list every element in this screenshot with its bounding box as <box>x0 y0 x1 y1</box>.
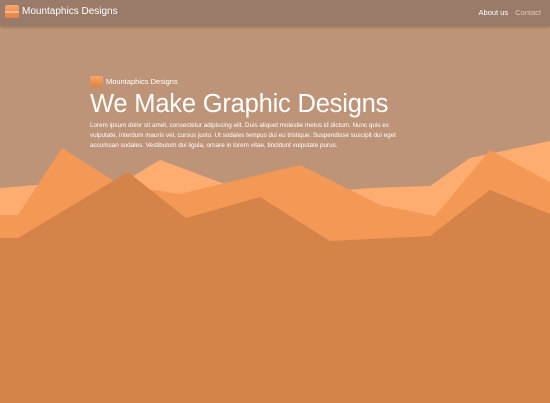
navbar-links: About us Contact <box>479 8 541 17</box>
nav-link-about-us[interactable]: About us <box>479 8 509 17</box>
mountain-illustration <box>0 141 550 403</box>
hero-brand-name: Mountaphics Designs <box>106 77 178 86</box>
mountain-logo-icon <box>90 76 103 87</box>
navbar-brand-link[interactable]: Mountaphics Designs <box>5 5 118 18</box>
nav-link-contact[interactable]: Contact <box>515 8 541 17</box>
hero-title: We Make Graphic Designs <box>90 90 389 118</box>
navbar-brand-name: Mountaphics Designs <box>22 6 118 17</box>
top-navbar: Mountaphics Designs About us Contact <box>0 0 550 26</box>
mountain-logo-icon <box>5 5 19 18</box>
hero-description: Lorem ipsum dolor sit amet, consectetur … <box>90 122 396 150</box>
hero-section: Mountaphics Designs We Make Graphic Desi… <box>90 76 420 152</box>
hero-brand: Mountaphics Designs <box>90 76 420 87</box>
